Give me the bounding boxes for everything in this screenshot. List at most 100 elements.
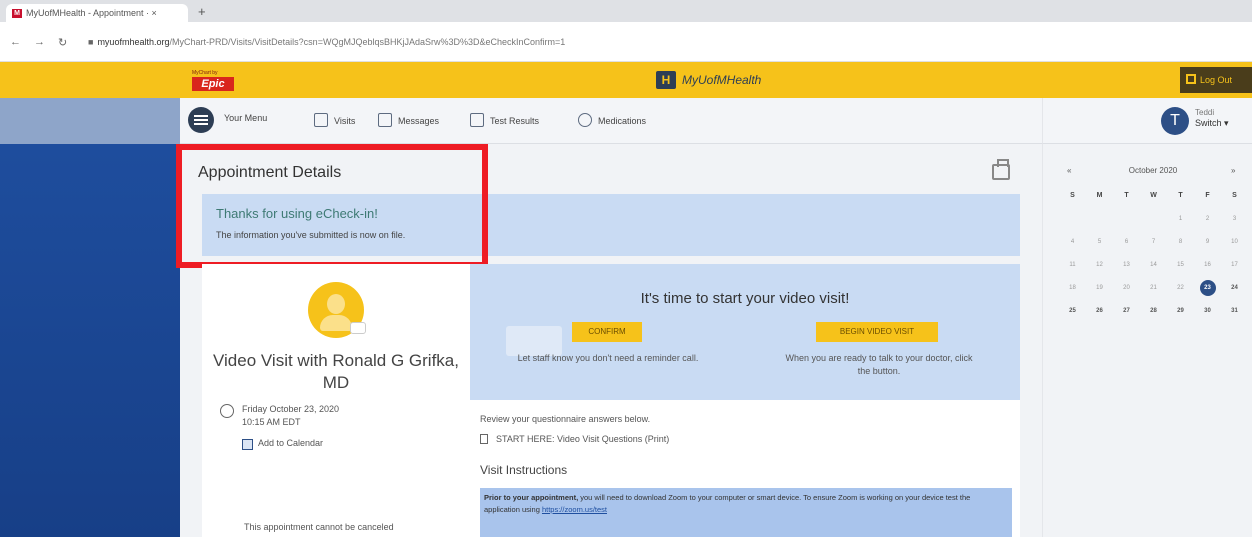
begin-video-visit-button[interactable]: BEGIN VIDEO VISIT — [816, 322, 938, 342]
calendar-day[interactable]: 21 — [1140, 280, 1167, 303]
questionnaire-link[interactable]: START HERE: Video Visit Questions (Print… — [480, 434, 669, 444]
calendar-day[interactable]: 14 — [1140, 257, 1167, 280]
forward-button[interactable]: → — [34, 36, 45, 48]
calendar-prev-button[interactable]: « — [1067, 166, 1071, 175]
menu-item-messages-label: Messages — [398, 116, 440, 126]
calendar-day[interactable]: 11 — [1059, 257, 1086, 280]
calendar-icon — [314, 113, 328, 127]
envelope-icon — [378, 113, 392, 127]
calendar-day — [1140, 211, 1167, 234]
app-header: MyChart by Epic H MyUofMHealth Log Out — [0, 62, 1252, 98]
calendar-day[interactable]: 23 — [1194, 280, 1221, 303]
avatar[interactable]: T — [1161, 107, 1189, 135]
questionnaire-link-label: START HERE: Video Visit Questions (Print… — [496, 434, 670, 444]
calendar-day[interactable]: 26 — [1086, 303, 1113, 326]
calendar-day[interactable]: 3 — [1221, 211, 1248, 234]
calendar-day[interactable]: 10 — [1221, 234, 1248, 257]
calendar-weekday: W — [1150, 192, 1157, 199]
new-tab-button[interactable]: + — [198, 4, 206, 19]
lock-icon: ■ — [88, 37, 94, 47]
switch-control[interactable]: Teddi Switch ▾ — [1195, 108, 1229, 129]
calendar-day[interactable]: 9 — [1194, 234, 1221, 257]
calendar-day[interactable]: 19 — [1086, 280, 1113, 303]
calendar-day[interactable]: 5 — [1086, 234, 1113, 257]
calendar-day[interactable]: 1 — [1167, 211, 1194, 234]
calendar-day — [1059, 211, 1086, 234]
calendar-month: October 2020 — [1128, 166, 1178, 175]
calendar-day[interactable]: 30 — [1194, 303, 1221, 326]
calendar-day[interactable]: 16 — [1194, 257, 1221, 280]
url-path: /MyChart-PRD/Visits/VisitDetails?csn=WQg… — [169, 37, 566, 47]
calendar-day[interactable]: 29 — [1167, 303, 1194, 326]
menu-item-visits-label: Visits — [334, 116, 356, 126]
switch-label: Switch ▾ — [1195, 118, 1229, 128]
confirm-text: Let staff know you don't need a reminder… — [517, 353, 699, 363]
clock-icon — [220, 404, 234, 418]
browser-tab-bar: M MyUofMHealth - Appointment · × + — [0, 0, 1252, 22]
menu-item-medications[interactable]: Medications — [578, 113, 646, 127]
favicon-icon: M — [12, 9, 22, 18]
calendar-weekday-row: SMTWTFS — [1059, 188, 1249, 211]
menu-bar: Your Menu Visits Messages Test Results M… — [180, 98, 1042, 144]
review-text: Review your questionnaire answers below. — [480, 414, 651, 424]
calendar-day[interactable]: 27 — [1113, 303, 1140, 326]
cancel-note: This appointment cannot be canceled — [244, 522, 394, 532]
calendar-day[interactable]: 13 — [1113, 257, 1140, 280]
browser-tab[interactable]: M MyUofMHealth - Appointment · × — [6, 4, 188, 22]
calendar-day[interactable]: 22 — [1167, 280, 1194, 303]
confirm-button[interactable]: CONFIRM — [572, 322, 642, 342]
calendar-day[interactable]: 12 — [1086, 257, 1113, 280]
calendar-day[interactable]: 25 — [1059, 303, 1086, 326]
epic-logo: MyChart by Epic — [192, 70, 234, 92]
calendar-week-row: 18 19 20 21 22 23 24 — [1059, 280, 1249, 303]
calendar-day[interactable]: 8 — [1167, 234, 1194, 257]
menu-item-messages[interactable]: Messages — [378, 113, 439, 127]
calendar-week-row: 11 12 13 14 15 16 17 — [1059, 257, 1249, 280]
calendar-weekday: S — [1232, 192, 1237, 199]
calendar-week-row: 123 — [1059, 211, 1249, 234]
calendar-day[interactable]: 7 — [1140, 234, 1167, 257]
add-to-calendar-link[interactable]: Add to Calendar — [258, 438, 323, 448]
calendar-day[interactable]: 2 — [1194, 211, 1221, 234]
back-button[interactable]: ← — [10, 36, 21, 48]
calendar-day[interactable]: 31 — [1221, 303, 1248, 326]
calendar-day[interactable]: 28 — [1140, 303, 1167, 326]
logout-button[interactable]: Log Out — [1180, 67, 1252, 93]
menu-item-visits[interactable]: Visits — [314, 113, 355, 127]
menu-item-your-menu[interactable]: Your Menu — [224, 113, 267, 123]
calendar-week-row: 25 26 27 28 29 30 31 — [1059, 303, 1249, 326]
printer-icon[interactable] — [992, 159, 1010, 180]
video-visit-panel: It's time to start your video visit! CON… — [470, 264, 1020, 400]
calendar-day[interactable]: 24 — [1221, 280, 1248, 303]
pill-icon — [578, 113, 592, 127]
logout-label: Log Out — [1200, 75, 1233, 85]
calendar-day[interactable]: 6 — [1113, 234, 1140, 257]
document-icon — [480, 434, 488, 444]
visit-instructions-text: Prior to your appointment, you will need… — [480, 488, 1012, 537]
begin-text-line2: the button. — [857, 366, 901, 376]
calendar-add-icon[interactable] — [242, 439, 253, 450]
brand-logo[interactable]: H MyUofMHealth — [656, 71, 761, 91]
calendar-day[interactable]: 20 — [1113, 280, 1140, 303]
calendar-day — [1086, 211, 1113, 234]
left-sidebar — [0, 98, 180, 537]
reload-button[interactable]: ↻ — [58, 36, 67, 49]
url-field[interactable]: ■ myuofmhealth.org/MyChart-PRD/Visits/Vis… — [88, 37, 565, 47]
visit-summary-card: Video Visit with Ronald G Grifka, MD Fri… — [202, 264, 470, 537]
zoom-test-link[interactable]: https://zoom.us/test — [542, 505, 607, 514]
visit-date: Friday October 23, 2020 — [242, 404, 340, 414]
account-switcher[interactable]: T Teddi Switch ▾ — [1042, 98, 1252, 144]
video-visit-heading: It's time to start your video visit! — [640, 290, 850, 307]
calendar-next-button[interactable]: » — [1231, 166, 1235, 175]
user-name: Teddi — [1195, 108, 1215, 117]
calendar-day[interactable]: 4 — [1059, 234, 1086, 257]
calendar-day[interactable]: 15 — [1167, 257, 1194, 280]
calendar-day[interactable]: 17 — [1221, 257, 1248, 280]
red-highlight-box — [176, 144, 488, 268]
hamburger-icon[interactable] — [188, 107, 214, 133]
begin-text: When you are ready to talk to your docto… — [744, 352, 1014, 378]
url-domain: myuofmhealth.org — [97, 37, 170, 47]
calendar-day[interactable]: 18 — [1059, 280, 1086, 303]
calendar-weekday: T — [1124, 192, 1129, 199]
menu-item-test-results[interactable]: Test Results — [470, 113, 539, 127]
